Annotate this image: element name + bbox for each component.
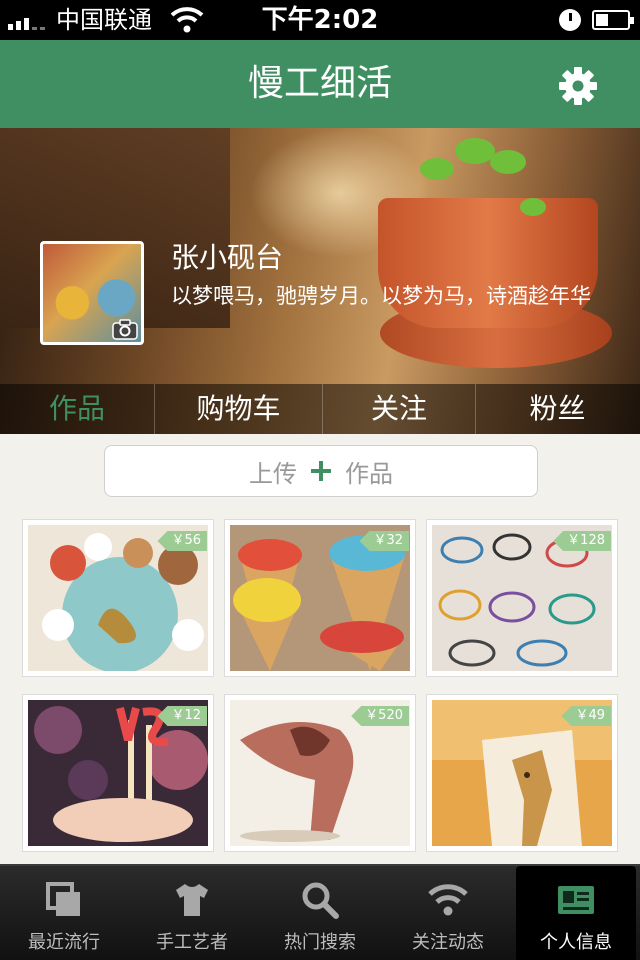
alarm-icon [559,9,581,31]
layers-icon [46,882,80,916]
tab-works[interactable]: 作品 [0,384,154,434]
gear-icon[interactable] [558,66,598,106]
price-tag: ￥128 [553,531,611,551]
tab-following-feed[interactable]: 关注动态 [384,866,512,960]
sprout-leaf [520,198,546,216]
status-bar: 中国联通 下午2:02 [0,0,640,40]
tab-label: 手工艺者 [156,932,228,953]
tab-label: 个人信息 [540,932,612,953]
tab-trending[interactable]: 最近流行 [0,866,128,960]
profile-banner: 张小砚台 以梦喂马，驰骋岁月。以梦为马，诗酒趁年华 作品 购物车 关注 粉丝 [0,128,640,434]
product-card[interactable]: ￥12 [22,694,214,852]
product-card[interactable]: ￥32 [224,519,416,677]
user-bio: 以梦喂马，驰骋岁月。以梦为马，诗酒趁年华 [171,284,591,308]
id-card-icon [558,886,594,914]
page-title: 慢工细活 [247,63,392,104]
tab-label: 最近流行 [28,932,100,953]
search-icon [302,882,339,919]
battery-icon [592,10,634,30]
status-time: 下午2:02 [261,5,379,35]
works-label: 作品 [345,459,393,488]
tab-hot-search[interactable]: 热门搜索 [256,866,384,960]
price-tag: ￥56 [157,531,207,551]
tab-craftsmen[interactable]: 手工艺者 [128,866,256,960]
product-card[interactable]: ￥49 [426,694,618,852]
camera-icon[interactable] [112,318,138,340]
product-card[interactable]: ￥128 [426,519,618,677]
tab-label: 热门搜索 [284,932,356,953]
wifi-icon [428,884,468,916]
profile-tabs: 作品 购物车 关注 粉丝 [0,384,640,434]
user-name: 张小砚台 [171,241,284,274]
upload-label: 上传 [249,459,297,488]
tab-profile[interactable]: 个人信息 [516,866,636,960]
price-tag: ￥12 [157,706,207,726]
sprout-leaf [420,158,454,180]
price-tag: ￥49 [561,706,611,726]
tab-cart[interactable]: 购物车 [155,384,322,434]
tab-following[interactable]: 关注 [323,384,475,434]
price-tag: ￥520 [351,706,409,726]
tshirt-icon [176,884,208,916]
tab-label: 关注动态 [412,932,484,953]
price-tag: ￥32 [359,531,409,551]
tab-fans[interactable]: 粉丝 [476,384,639,434]
plus-icon [311,461,331,481]
product-card[interactable]: ￥520 [224,694,416,852]
upload-works-button[interactable]: 上传 作品 [104,445,538,497]
nav-bar: 慢工细活 [0,40,640,128]
product-card[interactable]: ￥56 [22,519,214,677]
bottom-tab-bar: 最近流行 手工艺者 热门搜索 关注动态 个人信息 [0,864,640,960]
sprout-leaf [490,150,526,174]
sprout-leaf [455,138,495,164]
